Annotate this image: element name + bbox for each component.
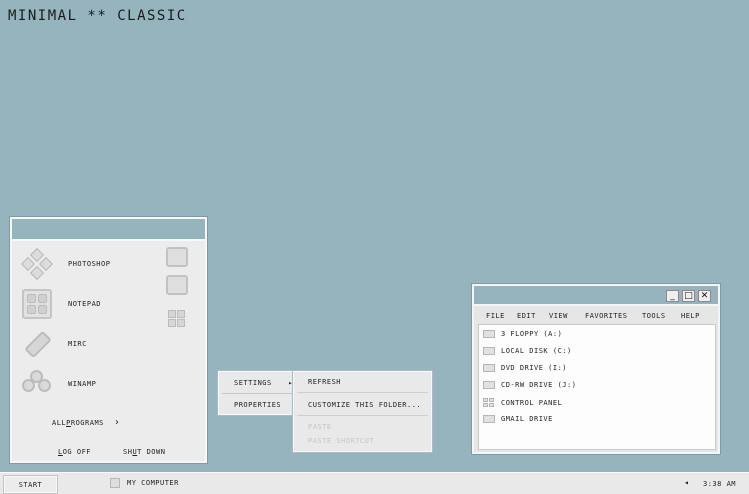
drive-icon [483,347,495,355]
drive-label: 3 FLOPPY (A:) [501,330,563,338]
program-mirc[interactable]: MIRC [22,329,87,359]
drive-label: LOCAL DISK (C:) [501,347,572,355]
control-panel-icon[interactable] [166,309,188,329]
taskbar: START MY COMPUTER ◂ 3:38 AM [0,472,749,494]
minimize-button[interactable]: _ [666,290,679,302]
menu-item-paste-shortcut: PASTE SHORTCUT [308,437,375,445]
photoshop-icon [20,247,54,281]
shut-down-button[interactable]: SHUT DOWN [123,448,165,456]
menu-separator [222,393,292,394]
window-titlebar[interactable]: _ □ ✕ [474,286,718,306]
drive-list: 3 FLOPPY (A:) LOCAL DISK (C:) DVD DRIVE … [478,324,716,450]
shut-down-label-rest: T DOWN [137,448,166,456]
drive-icon [483,364,495,372]
start-menu-header [12,219,205,241]
program-label: PHOTOSHOP [68,260,111,268]
menu-edit[interactable]: EDIT [517,312,536,320]
menu-item-label: PROPERTIES [234,401,282,409]
taskbar-item-label: MY COMPUTER [127,479,179,487]
drive-icon [483,381,495,389]
all-programs-label: ALL [52,418,67,427]
settings-submenu: REFRESH CUSTOMIZE THIS FOLDER... PASTE P… [293,371,432,452]
taskbar-item-my-computer[interactable]: MY COMPUTER [110,478,179,488]
drive-label: GMAIL DRIVE [501,415,553,423]
maximize-button[interactable]: □ [682,290,695,302]
menu-separator [297,415,428,416]
clock: 3:38 AM [703,480,737,488]
menu-favorites[interactable]: FAVORITES [585,312,627,320]
drive-gmail[interactable]: GMAIL DRIVE [483,415,553,423]
menu-file[interactable]: FILE [486,312,505,320]
control-panel-item[interactable]: CONTROL PANEL [483,398,562,408]
program-label: WINAMP [68,380,97,388]
drive-label: CONTROL PANEL [501,399,563,407]
menu-help[interactable]: HELP [681,312,700,320]
log-off-button[interactable]: LOG OFF [58,448,91,456]
start-menu: PHOTOSHOP NOTEPAD MIRC WINAMP ALL P ROGRA… [10,217,207,463]
program-label: NOTEPAD [68,300,102,308]
program-label: MIRC [68,340,87,348]
winamp-icon [22,369,52,399]
chevron-right-icon: › [113,417,121,428]
program-notepad[interactable]: NOTEPAD [22,289,101,319]
menu-item-paste: PASTE [308,423,332,431]
theme-title: MINIMAL ** CLASSIC [8,8,187,24]
drive-dvd[interactable]: DVD DRIVE (I:) [483,364,567,372]
drive-label: DVD DRIVE (I:) [501,364,568,372]
notepad-icon [22,289,52,319]
my-computer-window: _ □ ✕ FILE EDIT VIEW FAVORITES TOOLS HEL… [472,284,720,454]
menu-item-properties[interactable]: PROPERTIES [220,395,296,415]
all-programs-button[interactable]: ALL P ROGRAMS › [52,417,120,428]
desktop-context-menu: SETTINGS ▸ PROPERTIES [218,371,296,415]
drive-local-disk[interactable]: LOCAL DISK (C:) [483,347,572,355]
drive-floppy[interactable]: 3 FLOPPY (A:) [483,330,562,338]
menu-item-refresh[interactable]: REFRESH [308,378,341,386]
drive-icon [483,415,495,423]
window-menubar: FILE EDIT VIEW FAVORITES TOOLS HELP [474,306,718,324]
menu-item-label: SETTINGS [234,379,272,387]
menu-separator [297,392,428,393]
tray-expand-icon[interactable]: ◂ [684,478,689,487]
mirc-icon [22,329,52,359]
menu-tools[interactable]: TOOLS [642,312,666,320]
menu-item-settings[interactable]: SETTINGS ▸ [220,373,296,393]
start-button[interactable]: START [4,476,57,493]
drive-cd-rw[interactable]: CD-RW DRIVE (J:) [483,381,576,389]
drive-label: CD-RW DRIVE (J:) [501,381,577,389]
drive-icon [483,330,495,338]
menu-item-customize-folder[interactable]: CUSTOMIZE THIS FOLDER... [308,401,421,409]
close-button[interactable]: ✕ [698,290,711,302]
menu-view[interactable]: VIEW [549,312,568,320]
my-documents-icon[interactable] [166,247,188,267]
my-computer-icon[interactable] [166,275,188,295]
computer-icon [110,478,120,488]
all-programs-label-rest: ROGRAMS [70,418,104,427]
program-photoshop[interactable]: PHOTOSHOP [20,247,111,281]
program-winamp[interactable]: WINAMP [22,369,96,399]
control-panel-icon [483,398,495,408]
log-off-label: OG OFF [62,448,92,456]
